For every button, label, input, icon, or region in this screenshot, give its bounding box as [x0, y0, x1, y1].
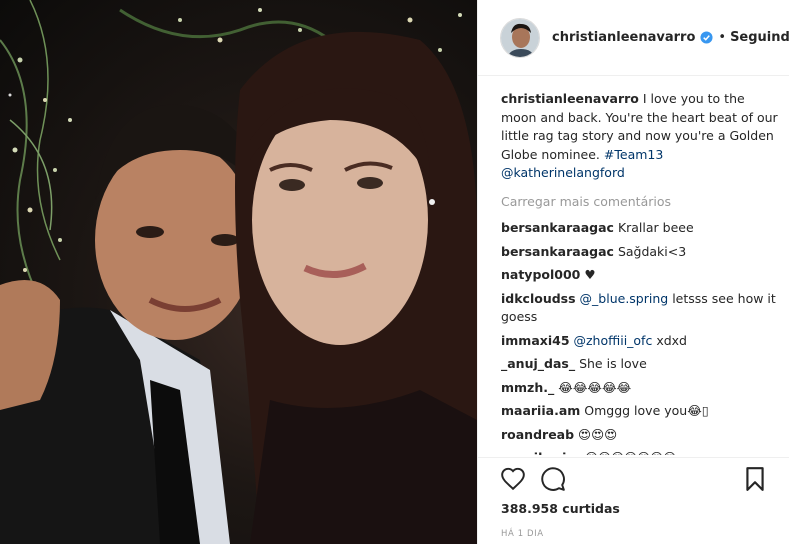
action-bar	[500, 466, 772, 494]
caption-hashtag[interactable]: #Team13	[604, 147, 663, 162]
comment-username[interactable]: bersankaraagac	[501, 220, 614, 235]
comment-username[interactable]: immaxi45	[501, 333, 570, 348]
comment-item: _anuj_das_ She is love	[501, 355, 779, 374]
heart-icon[interactable]	[500, 466, 526, 496]
comment-username[interactable]: roandreab	[501, 427, 574, 442]
comment-username[interactable]: zeynikosire	[501, 450, 581, 455]
comment-item: roandreab 😍😍😍	[501, 426, 779, 445]
comment-icon[interactable]	[540, 466, 566, 496]
verified-badge-icon	[700, 31, 713, 44]
comment-text: ♥	[584, 267, 596, 282]
comment-username[interactable]: natypol000	[501, 267, 580, 282]
comment-text: Krallar beee	[617, 220, 694, 235]
caption-username[interactable]: christianleenavarro	[501, 91, 639, 106]
post-timestamp[interactable]: HÁ 1 DIA	[501, 529, 544, 539]
comment-username[interactable]: mmzh._	[501, 380, 554, 395]
load-more-comments-button[interactable]: Carregar mais comentários	[501, 193, 779, 212]
comment-text: She is love	[579, 356, 647, 371]
comment-text: 😍😍😍	[578, 426, 618, 442]
avatar-image	[501, 18, 539, 57]
comment-item: zeynikosire 😍😍😍😍😍😍😍	[501, 449, 779, 455]
bookmark-icon[interactable]	[744, 466, 766, 496]
comment-text: Sağdaki<3	[617, 243, 687, 259]
comment-username[interactable]: _anuj_das_	[501, 356, 575, 371]
comment-text: xdxd	[656, 332, 687, 348]
comment-item: bersankaraagac Sağdaki<3	[501, 243, 779, 262]
likes-count[interactable]: 388.958 curtidas	[501, 501, 620, 516]
post-header: christianleenavarro • Seguindo	[478, 0, 789, 76]
comment-text: 😍😍😍😍😍😍😍	[585, 450, 676, 455]
follow-status-button[interactable]: Seguindo	[730, 30, 789, 45]
actions-section: 388.958 curtidas HÁ 1 DIA	[478, 457, 789, 544]
comment-item: mmzh._ 😂😂😂😂😂	[501, 379, 779, 398]
comment-username[interactable]: maariia.am	[501, 403, 580, 418]
comment-mention[interactable]: @zhoffiii_ofc	[574, 333, 653, 348]
caption-mention[interactable]: @katherinelangford	[501, 165, 625, 180]
avatar[interactable]	[500, 17, 540, 58]
comment-item: idkcloudss @_blue.spring letsss see how …	[501, 290, 779, 327]
comment-username[interactable]: bersankaraagac	[501, 244, 614, 259]
photo-illustration	[0, 0, 477, 544]
post-username[interactable]: christianleenavarro	[552, 30, 695, 45]
comment-item: maariia.am Omggg love you😂▯	[501, 402, 779, 421]
comment-username[interactable]: idkcloudss	[501, 291, 576, 306]
comment-item: bersankaraagac Krallar beee	[501, 219, 779, 238]
post-photo[interactable]	[0, 0, 477, 544]
post-panel: christianleenavarro • Seguindo christian…	[477, 0, 789, 544]
comments-list[interactable]: christianleenavarro I love you to the mo…	[501, 90, 779, 455]
comment-text: Omggg love you😂▯	[584, 403, 709, 418]
comment-item: natypol000 ♥	[501, 266, 779, 285]
comment-text: 😂😂😂😂😂	[558, 379, 632, 395]
comment-mention[interactable]: @_blue.spring	[580, 291, 669, 306]
separator-dot: •	[718, 30, 727, 45]
comment-item: immaxi45 @zhoffiii_ofc xdxd	[501, 332, 779, 351]
caption: christianleenavarro I love you to the mo…	[501, 90, 779, 183]
